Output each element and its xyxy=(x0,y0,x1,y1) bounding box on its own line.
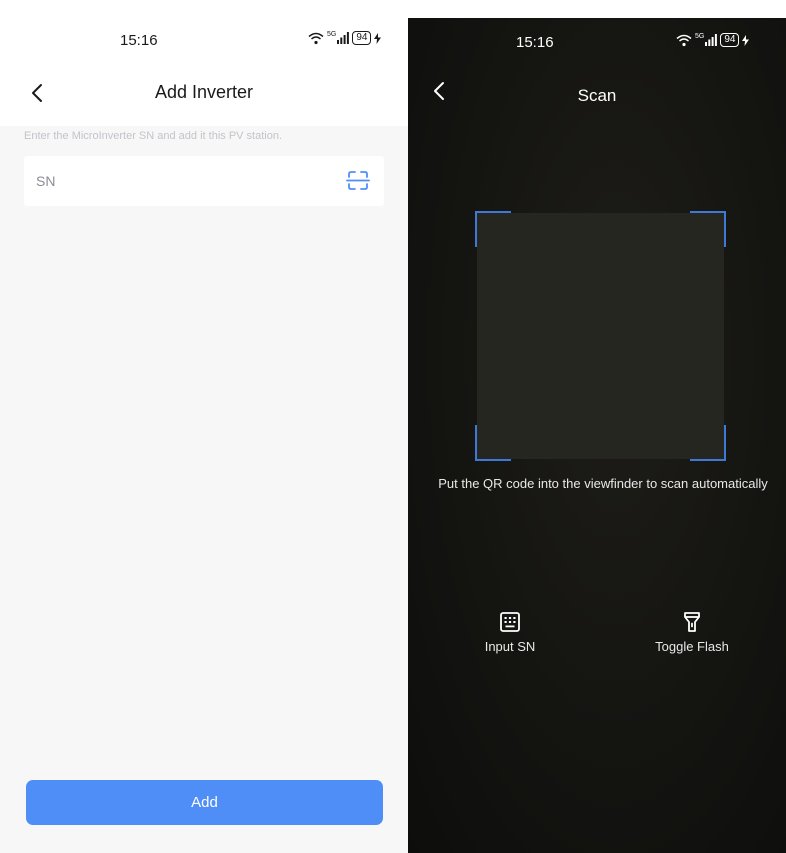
viewfinder-corner xyxy=(475,211,511,247)
battery-icon: 94 xyxy=(720,33,740,47)
flashlight-icon xyxy=(684,612,700,632)
scan-screen: 15:16 5G 94 Scan Put the QR code into th… xyxy=(408,18,786,853)
network-label: 5G xyxy=(695,33,705,40)
add-button[interactable]: Add xyxy=(26,780,383,825)
sn-input[interactable] xyxy=(36,156,326,206)
navigation-bar: Add Inverter xyxy=(0,62,408,126)
scan-icon xyxy=(346,171,370,190)
page-title: Add Inverter xyxy=(154,82,254,102)
toggle-flash-label: Toggle Flash xyxy=(655,639,729,654)
battery-level: 94 xyxy=(356,32,368,43)
battery-level: 94 xyxy=(724,34,736,45)
battery-icon: 94 xyxy=(352,31,372,45)
instruction-text: Enter the MicroInverter SN and add it th… xyxy=(24,130,283,142)
status-icons: 5G 94 xyxy=(308,31,382,45)
viewfinder-corner xyxy=(475,425,511,461)
viewfinder-corner xyxy=(690,211,726,247)
status-icons: 5G 94 xyxy=(676,33,750,47)
add-inverter-screen: 15:16 5G 94 Add Inverter Enter the Micro… xyxy=(0,18,408,853)
input-sn-button[interactable]: Input SN xyxy=(472,611,548,654)
page-title: Scan xyxy=(577,86,617,105)
input-sn-label: Input SN xyxy=(484,639,536,654)
sn-field-row xyxy=(24,156,384,206)
viewfinder-corner xyxy=(690,425,726,461)
wifi-icon xyxy=(308,32,324,44)
charging-icon xyxy=(742,34,750,46)
qr-viewfinder xyxy=(475,211,726,461)
signal-icon xyxy=(705,34,718,46)
status-bar: 15:16 5G 94 xyxy=(0,18,408,62)
scan-instruction: Put the QR code into the viewfinder to s… xyxy=(438,476,768,491)
charging-icon xyxy=(374,32,382,44)
toggle-flash-button[interactable]: Toggle Flash xyxy=(640,611,744,654)
wifi-icon xyxy=(676,34,692,46)
keyboard-icon xyxy=(500,612,520,632)
scan-button[interactable] xyxy=(346,170,370,192)
network-label: 5G xyxy=(327,31,337,38)
status-time: 15:16 xyxy=(120,32,158,49)
status-time: 15:16 xyxy=(516,34,554,51)
signal-icon xyxy=(337,32,350,44)
